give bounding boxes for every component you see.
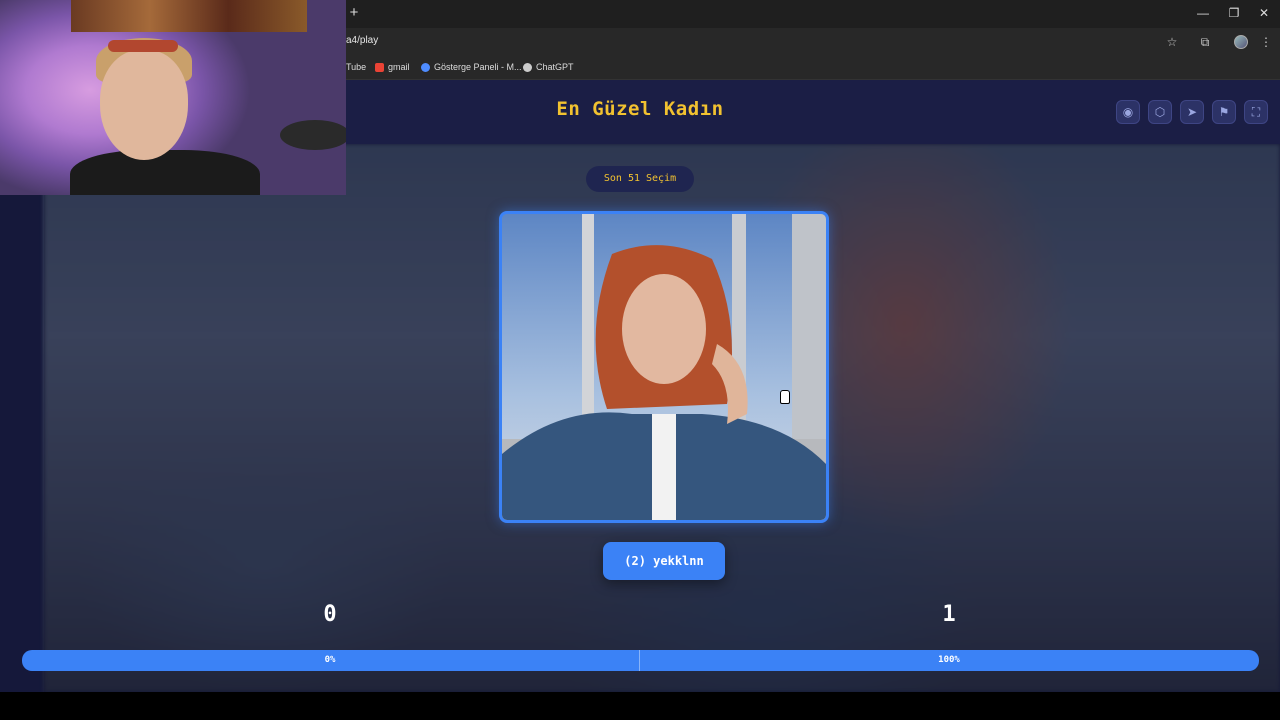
streamer-body	[70, 150, 260, 195]
bookmark-dashboard[interactable]: Gösterge Paneli - M...	[421, 62, 522, 72]
bottom-black-bar	[0, 692, 1280, 720]
star-icon[interactable]: ☆	[1164, 34, 1180, 50]
new-tab-button[interactable]: +	[346, 5, 362, 21]
bookmark-youtube[interactable]: Tube	[346, 62, 366, 72]
webcam-overlay	[0, 0, 346, 195]
bookmark-chatgpt[interactable]: ChatGPT	[523, 62, 574, 72]
progress-divider	[639, 650, 640, 671]
bookmark-label: Tube	[346, 62, 367, 72]
bookmark-label: gmail	[388, 62, 410, 72]
fullscreen-icon[interactable]: ⛶	[1244, 100, 1268, 124]
chatgpt-icon	[523, 62, 532, 72]
left-score: 0	[323, 602, 337, 627]
right-score: 1	[942, 602, 956, 627]
choose-button[interactable]: (2) yekklnn	[603, 542, 725, 580]
flag-icon[interactable]: ⚑	[1212, 100, 1236, 124]
contestant-photo-card[interactable]	[499, 211, 829, 523]
minimize-button[interactable]: —	[1193, 5, 1213, 21]
profile-avatar[interactable]	[1234, 35, 1248, 49]
share-icon[interactable]: ⬡	[1148, 100, 1172, 124]
contestant-photo	[502, 214, 826, 520]
page-title: En Güzel Kadın	[556, 98, 724, 120]
streamer-bandana	[108, 40, 178, 52]
round-counter-badge: Son 51 Seçim	[586, 166, 694, 192]
right-percent: 100%	[938, 655, 960, 665]
bookmark-gmail[interactable]: gmail	[375, 62, 410, 72]
close-window-button[interactable]: ✕	[1254, 5, 1274, 21]
eye-icon[interactable]: ◉	[1116, 100, 1140, 124]
vote-progress-bar: 0% 100%	[22, 650, 1259, 671]
bookmark-label: Gösterge Paneli - M...	[434, 62, 522, 72]
screen: + — ❐ ✕ a4/play ☆ ⧉ ⋮ Tube gmail Gösterg…	[0, 0, 1280, 720]
left-percent: 0%	[324, 655, 336, 665]
gmail-icon	[375, 62, 384, 72]
bookmark-label: ChatGPT	[536, 62, 574, 72]
menu-icon[interactable]: ⋮	[1258, 34, 1274, 50]
send-icon[interactable]: ➤	[1180, 100, 1204, 124]
dashboard-icon	[421, 62, 430, 72]
wall-poster	[71, 0, 307, 32]
mouse-cursor	[780, 390, 790, 404]
cymbal	[280, 120, 346, 150]
extensions-icon[interactable]: ⧉	[1197, 34, 1213, 50]
address-bar[interactable]: a4/play	[346, 35, 378, 46]
streamer-face	[100, 50, 188, 160]
restore-button[interactable]: ❐	[1224, 5, 1244, 21]
